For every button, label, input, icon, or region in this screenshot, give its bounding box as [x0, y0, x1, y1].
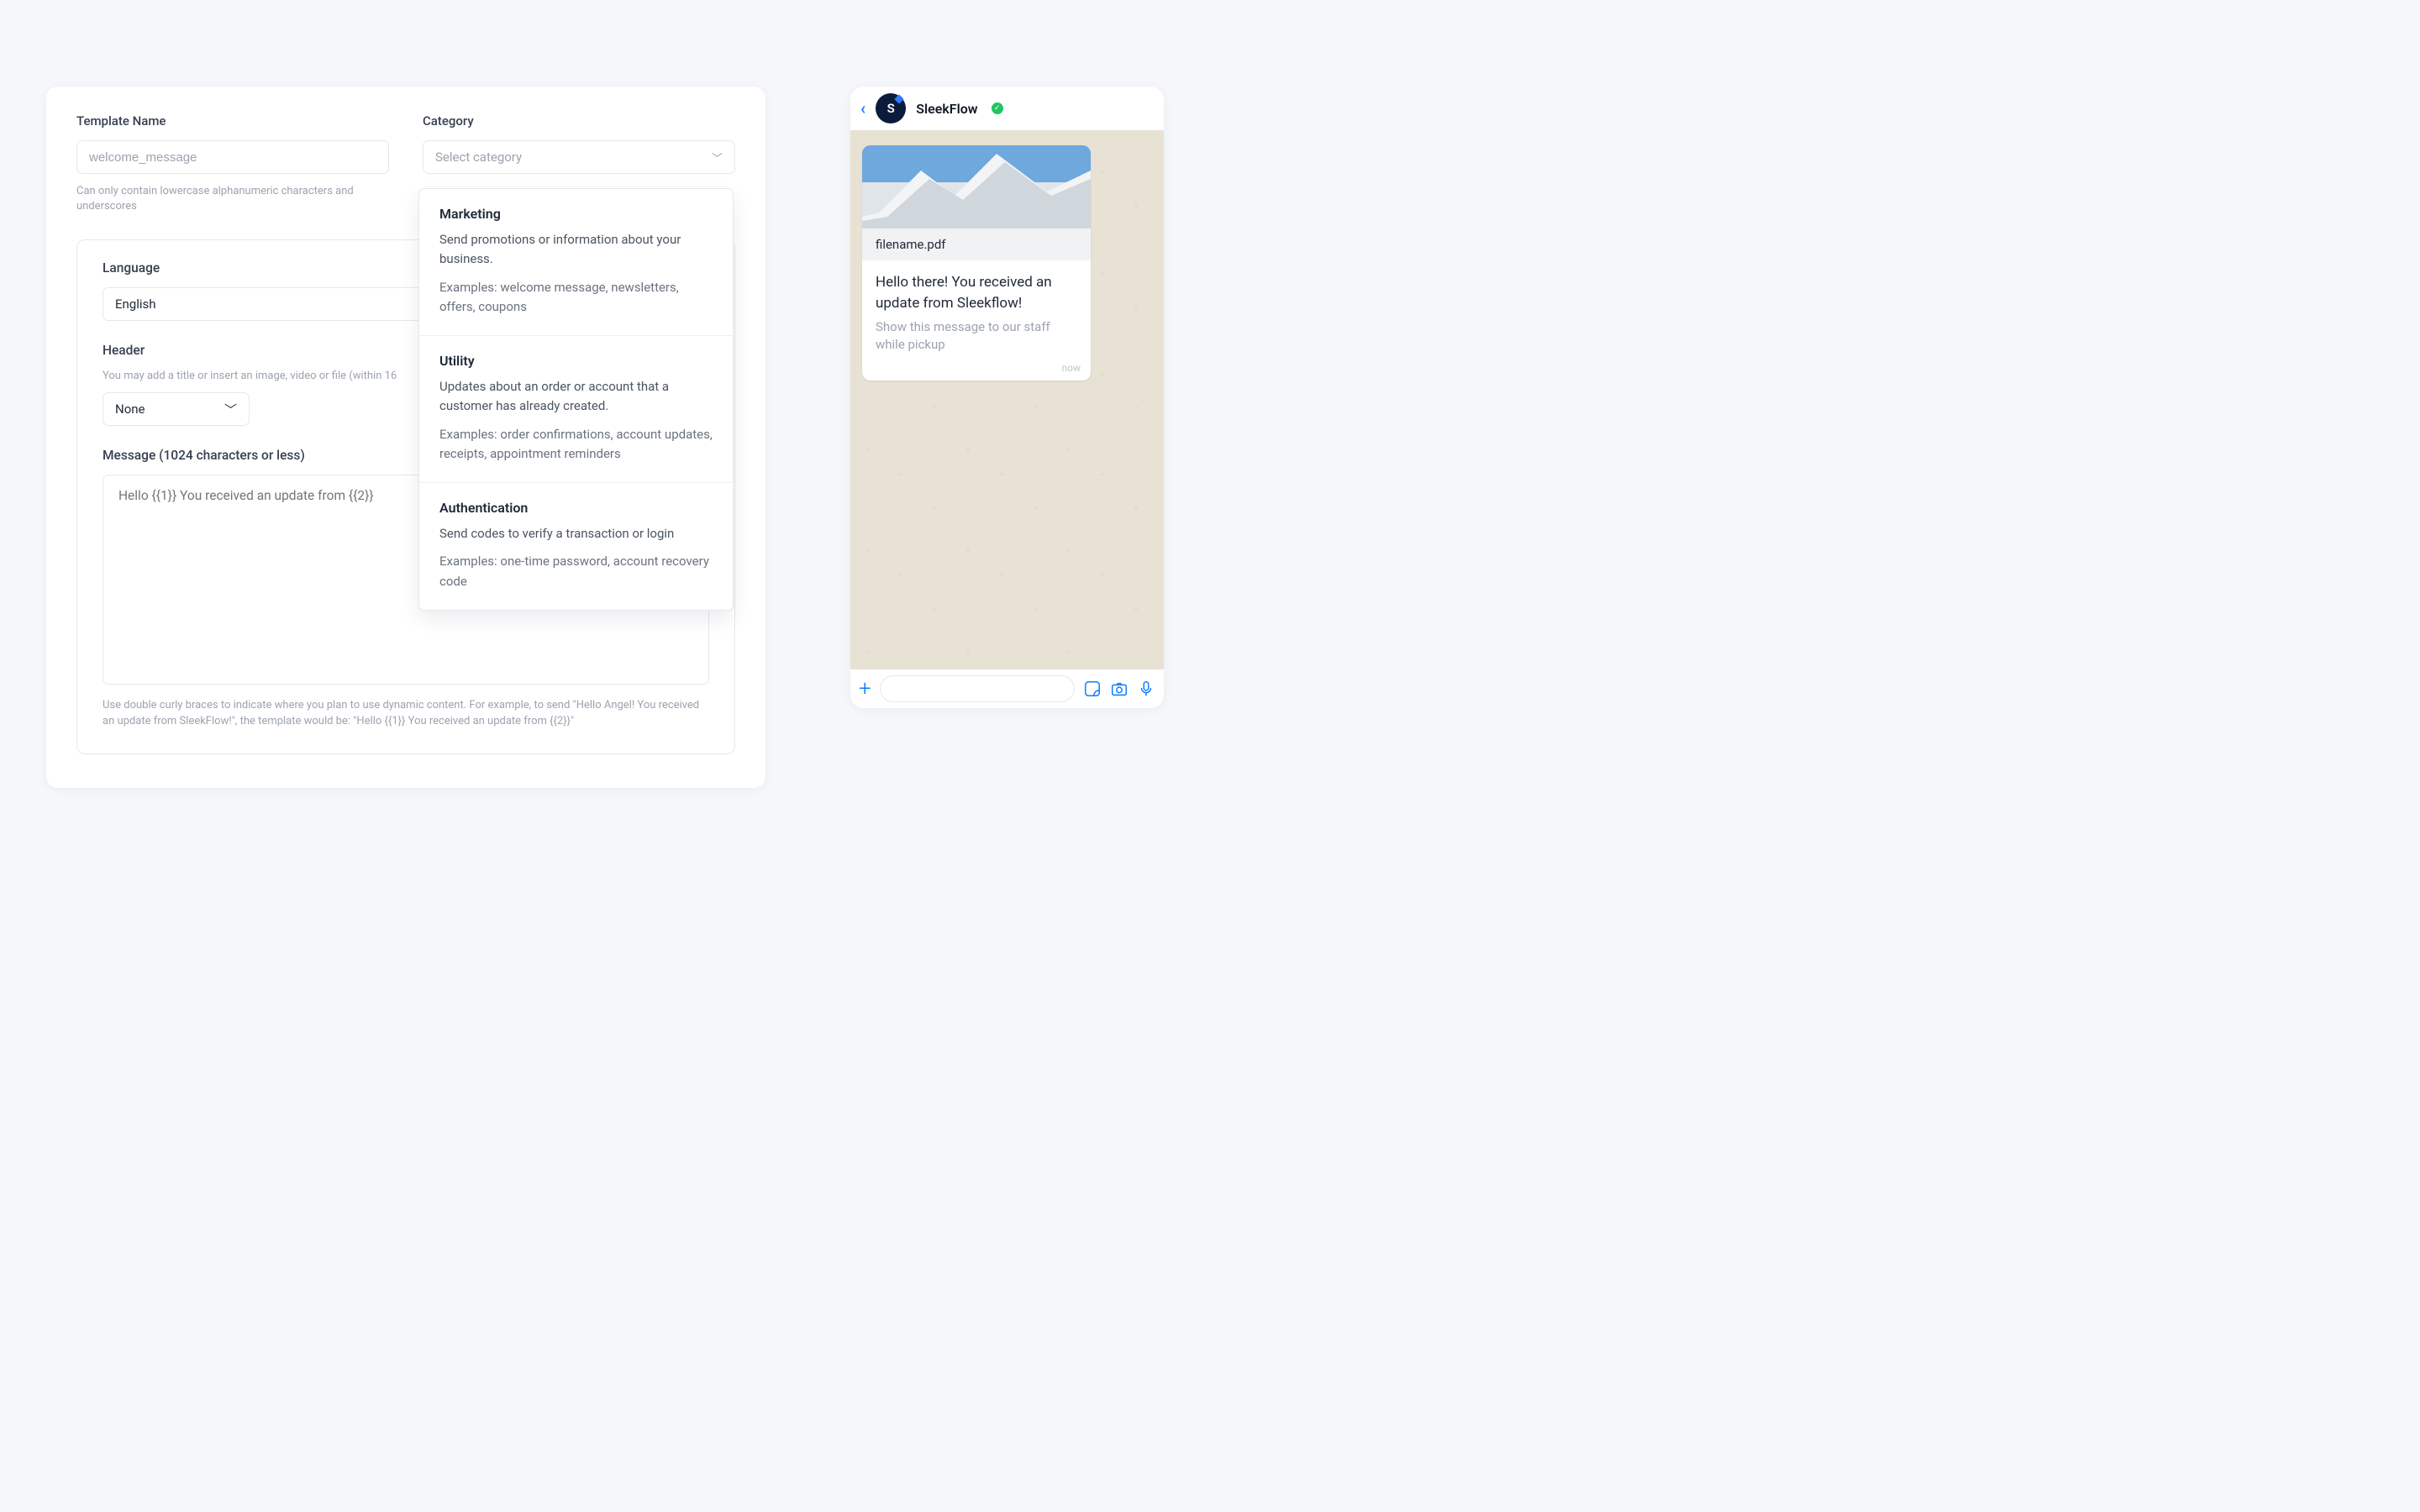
brand-name: SleekFlow — [916, 101, 977, 117]
camera-icon[interactable] — [1110, 680, 1128, 698]
category-option-title: Authentication — [439, 500, 713, 516]
phone-compose-bar: + — [850, 669, 1164, 708]
attachment-filename: filename.pdf — [862, 228, 1091, 260]
back-icon[interactable]: ‹ — [860, 98, 865, 118]
template-name-helper: Can only contain lowercase alphanumeric … — [76, 184, 389, 214]
category-option-authentication[interactable]: Authentication Send codes to verify a tr… — [419, 482, 733, 610]
category-option-desc: Send codes to verify a transaction or lo… — [439, 524, 713, 543]
bubble-message-text: Hello there! You received an update from… — [862, 260, 1091, 318]
attachment-image — [862, 145, 1091, 228]
category-dropdown: Marketing Send promotions or information… — [418, 188, 734, 611]
language-value: English — [115, 297, 156, 312]
microphone-icon[interactable] — [1137, 680, 1155, 698]
category-label: Category — [423, 113, 735, 129]
bubble-timestamp: now — [862, 362, 1091, 381]
message-bubble: filename.pdf Hello there! You received a… — [862, 145, 1091, 381]
category-option-desc: Updates about an order or account that a… — [439, 377, 713, 417]
category-option-desc: Send promotions or information about you… — [439, 230, 713, 270]
bubble-footer-text: Show this message to our staff while pic… — [862, 318, 1091, 362]
category-option-title: Utility — [439, 353, 713, 369]
phone-header: ‹ S SleekFlow ✓ — [850, 87, 1164, 130]
category-option-marketing[interactable]: Marketing Send promotions or information… — [419, 189, 733, 335]
template-name-label: Template Name — [76, 113, 389, 129]
sticker-icon[interactable] — [1083, 680, 1102, 698]
category-option-examples: Examples: welcome message, newsletters, … — [439, 278, 713, 318]
phone-preview: ‹ S SleekFlow ✓ filename.pdf Hello there — [850, 87, 1164, 708]
chevron-down-icon: ﹀ — [224, 401, 237, 418]
category-option-utility[interactable]: Utility Updates about an order or accoun… — [419, 335, 733, 482]
category-select[interactable]: Select category ﹀ — [423, 140, 735, 174]
header-value: None — [115, 402, 145, 417]
category-placeholder: Select category — [435, 150, 522, 165]
header-select[interactable]: None ﹀ — [103, 392, 250, 426]
plus-icon[interactable]: + — [859, 676, 871, 701]
category-option-title: Marketing — [439, 206, 713, 222]
chevron-down-icon: ﹀ — [712, 150, 723, 165]
compose-input[interactable] — [880, 675, 1075, 702]
category-option-examples: Examples: one-time password, account rec… — [439, 552, 713, 591]
message-hint: Use double curly braces to indicate wher… — [103, 698, 709, 730]
chat-area: filename.pdf Hello there! You received a… — [850, 130, 1164, 669]
avatar-letter: S — [887, 101, 895, 116]
template-name-input[interactable] — [76, 140, 389, 174]
avatar: S — [876, 93, 906, 123]
verified-badge-icon: ✓ — [992, 102, 1003, 114]
category-option-examples: Examples: order confirmations, account u… — [439, 425, 713, 465]
